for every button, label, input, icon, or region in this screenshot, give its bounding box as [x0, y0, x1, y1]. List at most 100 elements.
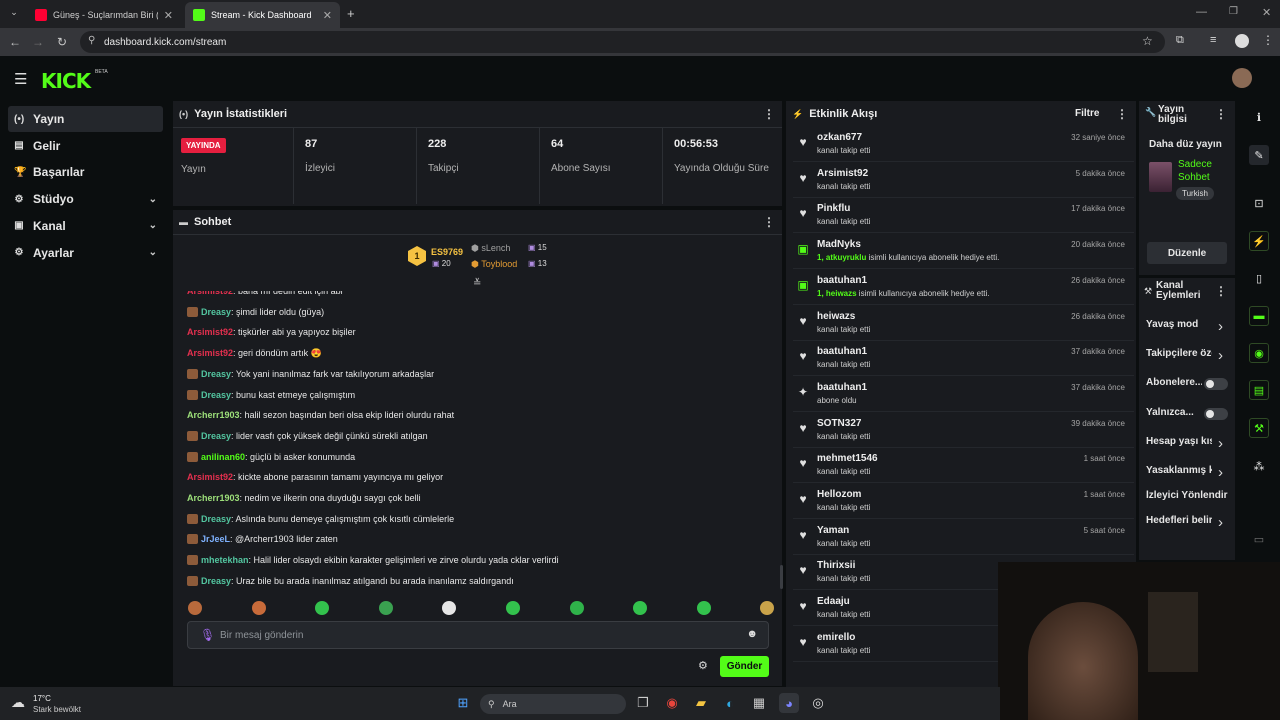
channel-action-0[interactable]: Yavaş mod [1146, 319, 1212, 330]
channel-action-3[interactable]: Yalnızca... [1146, 407, 1202, 418]
reload-icon[interactable]: ↻ [50, 35, 74, 49]
event-username[interactable]: emirello [817, 632, 855, 643]
windows-start-icon[interactable]: ⊞ [453, 693, 473, 713]
site-info-icon[interactable]: ⚲ [88, 35, 95, 46]
discord-icon[interactable]: ◕ [779, 693, 799, 713]
chevron-right-icon[interactable]: › [1218, 464, 1223, 481]
toggle-switch[interactable] [1204, 378, 1228, 390]
bookmark-star-icon[interactable]: ☆ [1142, 34, 1153, 48]
chat-username[interactable]: Dreasy [201, 576, 231, 586]
chat-settings-gear-icon[interactable]: ⚙ [698, 659, 708, 672]
close-window-button[interactable]: ✕ [1262, 6, 1271, 19]
event-username[interactable]: mehmet1546 [817, 453, 878, 464]
leaderboard-third[interactable]: ⬢ Toyblood [471, 259, 517, 270]
taskbar-search[interactable]: ⚲ Ara [480, 694, 626, 714]
stream-category[interactable]: Sadece Sohbet [1178, 158, 1226, 184]
chevron-right-icon[interactable]: › [1218, 514, 1223, 531]
close-tab-icon[interactable]: ✕ [323, 9, 332, 22]
chat-username[interactable]: Dreasy [201, 307, 231, 317]
task-view-icon[interactable]: ❐ [633, 693, 653, 713]
chat-username[interactable]: Dreasy [201, 369, 231, 379]
filter-button[interactable]: Filtre [1075, 108, 1099, 119]
event-username[interactable]: baatuhan1 [817, 346, 867, 357]
stats-panel-icon[interactable]: ▤ [1249, 380, 1269, 400]
event-username[interactable]: baatuhan1 [817, 382, 867, 393]
sidebar-item-1[interactable]: ▤ Gelir [8, 133, 163, 159]
send-button[interactable]: Gönder [720, 656, 769, 677]
tab-list-chevron-icon[interactable]: ⌄ [2, 7, 26, 18]
new-tab-button[interactable]: + [347, 6, 355, 21]
maximize-button[interactable]: ❐ [1229, 6, 1238, 17]
info-icon[interactable]: ℹ [1249, 107, 1269, 127]
event-username[interactable]: Hellozom [817, 489, 861, 500]
event-username[interactable]: Thirixsii [817, 560, 855, 571]
hamburger-menu-icon[interactable]: ☰ [14, 70, 27, 88]
stream-info-menu-icon[interactable]: ⋮ [1215, 107, 1227, 121]
chevron-right-icon[interactable]: › [1218, 318, 1223, 335]
microphone-icon[interactable]: 🎙 [200, 628, 215, 642]
camera-icon[interactable]: ⊡ [1249, 193, 1269, 213]
chat-username[interactable]: Arsimist92 [187, 472, 233, 482]
sidebar-item-2[interactable]: 🏆 Başarılar [8, 159, 163, 185]
event-username[interactable]: SOTN327 [817, 418, 861, 429]
stats-menu-icon[interactable]: ⋮ [763, 107, 775, 121]
chat-username[interactable]: anilinan60 [201, 452, 245, 462]
emote-icon[interactable] [506, 601, 520, 615]
chat-username[interactable]: Archerr1903 [187, 410, 240, 420]
chat-username[interactable]: Arsimist92 [187, 348, 233, 358]
emote-icon[interactable] [569, 601, 584, 615]
chat-panel-icon[interactable]: ▬ [1249, 306, 1269, 326]
browser-menu-icon[interactable]: ⋮ [1262, 33, 1274, 47]
event-username[interactable]: Arsimist92 [817, 168, 868, 179]
event-username[interactable]: heiwazs [817, 311, 855, 322]
chevron-right-icon[interactable]: › [1218, 347, 1223, 364]
chrome-icon[interactable]: ◉ [662, 693, 682, 713]
chevron-down-icon[interactable]: ⌄ [149, 247, 157, 258]
pencil-icon[interactable]: ✎ [1249, 145, 1269, 165]
obs-icon[interactable]: ◎ [808, 693, 828, 713]
reading-list-icon[interactable]: ≡ [1210, 34, 1216, 46]
event-username[interactable]: Edaaju [817, 596, 850, 607]
event-username[interactable]: baatuhan1 [817, 275, 867, 286]
channel-action-1[interactable]: Takipçilere özel [1146, 348, 1212, 359]
document-icon[interactable]: ▯ [1249, 268, 1269, 288]
minimize-button[interactable]: — [1196, 6, 1207, 18]
forward-arrow-icon[interactable]: → [26, 35, 50, 49]
extensions-icon[interactable]: ⧉ [1176, 34, 1184, 47]
chat-username[interactable]: Dreasy [201, 431, 231, 441]
chat-scrollbar[interactable] [780, 565, 783, 589]
chevron-down-icon[interactable]: ⌄ [149, 220, 157, 231]
edge-icon[interactable]: ◐ [720, 693, 740, 713]
chat-username[interactable]: JrJeeL [201, 534, 230, 544]
chat-message-input[interactable]: 🎙 Bir mesaj gönderin ☻ [187, 621, 769, 649]
channel-actions-menu-icon[interactable]: ⋮ [1215, 284, 1227, 298]
leaderboard-second[interactable]: ⬢ sLench [471, 243, 510, 254]
close-tab-icon[interactable]: ✕ [164, 9, 173, 22]
event-username[interactable]: Pinkflu [817, 203, 850, 214]
browser-tab-kick[interactable]: Stream - Kick Dashboard ✕ [185, 2, 340, 28]
browser-tab-youtube[interactable]: Güneş - Suçlarımdan Biri (Offic ✕ [27, 2, 181, 28]
chat-menu-icon[interactable]: ⋮ [763, 215, 775, 229]
event-username[interactable]: Yaman [817, 525, 849, 536]
user-avatar[interactable] [1232, 68, 1252, 88]
chat-username[interactable]: mhetekhan [201, 555, 249, 565]
address-bar[interactable]: ⚲ dashboard.kick.com/stream [80, 31, 1165, 53]
leaderboard-first-name[interactable]: ES9769 [431, 247, 463, 257]
chevron-right-icon[interactable]: › [1218, 435, 1223, 452]
emote-icon[interactable] [188, 601, 202, 615]
weather-temp[interactable]: 17°C [33, 694, 51, 703]
events-menu-icon[interactable]: ⋮ [1116, 107, 1128, 121]
store-icon[interactable]: ▦ [749, 693, 769, 713]
chat-username[interactable]: Arsimist92 [187, 327, 233, 337]
event-username[interactable]: ozkan677 [817, 132, 862, 143]
kick-logo[interactable]: KICK [41, 69, 91, 93]
channel-action-5[interactable]: Yasaklanmış kelimeler [1146, 465, 1212, 476]
emote-icon[interactable] [696, 601, 711, 615]
back-arrow-icon[interactable]: ← [3, 35, 27, 49]
channel-action-6[interactable]: İzleyici Yönlendir [1146, 490, 1230, 501]
emoji-picker-icon[interactable]: ☻ [746, 628, 758, 640]
emote-icon[interactable] [378, 601, 393, 615]
event-username[interactable]: MadNyks [817, 239, 861, 250]
sidebar-item-5[interactable]: ⚙ Ayarlar ⌄ [8, 240, 163, 266]
share-icon[interactable]: ⁂ [1249, 456, 1269, 476]
